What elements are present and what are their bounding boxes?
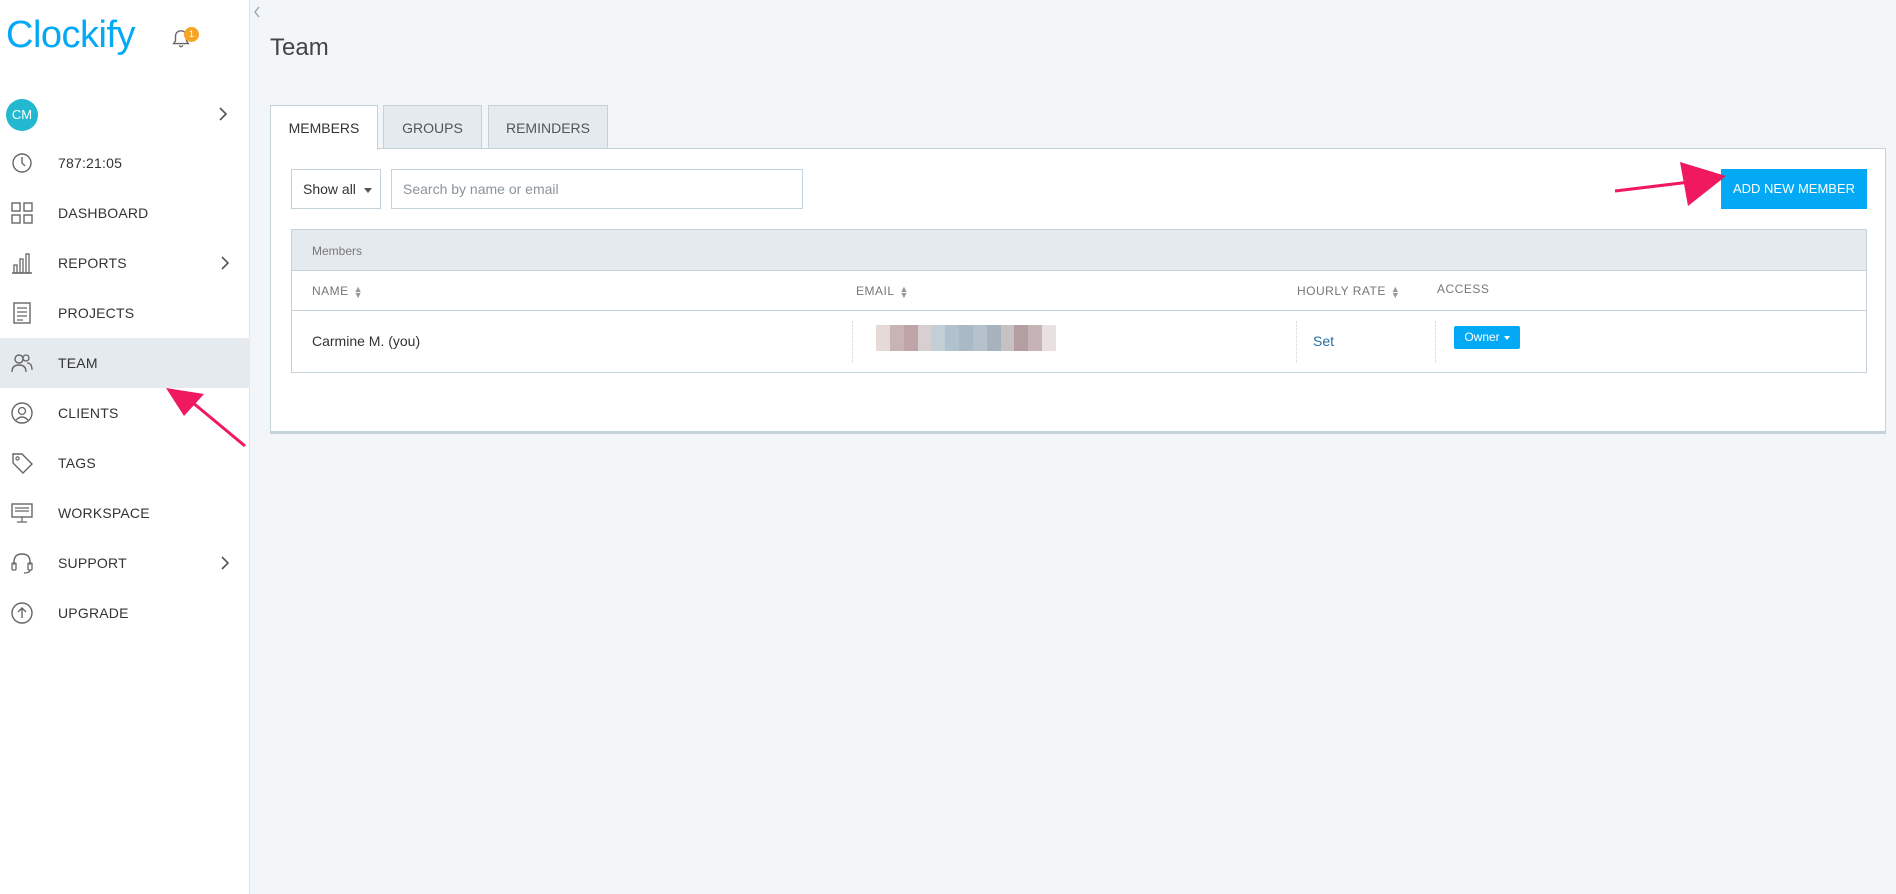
show-filter-dropdown[interactable]: Show all xyxy=(291,169,381,209)
sidebar-item-workspace[interactable]: WORKSPACE xyxy=(0,488,250,538)
add-new-member-button[interactable]: ADD NEW MEMBER xyxy=(1721,169,1867,209)
table-header-row: NAME ▲ ▼ EMAIL ▲ ▼ HOURLY RATE ▲ ▼ ACCESS xyxy=(292,271,1866,311)
chevron-left-icon xyxy=(254,6,260,18)
team-icon xyxy=(11,354,33,373)
collapse-sidebar-button[interactable] xyxy=(250,2,264,24)
dashboard-icon xyxy=(11,202,33,224)
members-table: Members NAME ▲ ▼ EMAIL ▲ ▼ HOURLY RATE ▲ ▼ ACC… xyxy=(291,229,1867,373)
table-row: Carmine M. (you) Set Owner xyxy=(292,311,1866,373)
search-input[interactable] xyxy=(391,169,803,209)
sidebar-item-label: CLIENTS xyxy=(58,405,119,421)
member-email-redacted xyxy=(876,325,1056,351)
sidebar-item-label: SUPPORT xyxy=(58,555,127,571)
caret-down-icon xyxy=(1503,335,1510,340)
sidebar-item-label: DASHBOARD xyxy=(58,205,149,221)
set-hourly-rate-link[interactable]: Set xyxy=(1313,333,1334,349)
clockify-logo[interactable]: Clockify xyxy=(6,14,136,57)
page-title: Team xyxy=(270,34,329,61)
tag-icon xyxy=(12,453,33,474)
sort-icon: ▲ ▼ xyxy=(899,283,909,300)
sidebar-item-support[interactable]: SUPPORT xyxy=(0,538,250,588)
column-divider xyxy=(852,321,853,363)
sidebar-item-label: 787:21:05 xyxy=(58,155,123,171)
column-divider xyxy=(1435,321,1436,363)
table-section-label: Members xyxy=(312,244,363,258)
column-header-hourly-rate[interactable]: HOURLY RATE ▲ ▼ xyxy=(1297,283,1401,300)
avatar: CM xyxy=(6,99,38,131)
sort-icon: ▲ ▼ xyxy=(353,283,364,300)
sidebar-item-reports[interactable]: REPORTS xyxy=(0,238,250,288)
bar-chart-icon xyxy=(12,253,32,274)
sidebar-item-label: REPORTS xyxy=(58,255,127,271)
document-icon xyxy=(13,302,31,324)
sidebar-item-label: PROJECTS xyxy=(58,305,135,321)
filter-selected-value: Show all xyxy=(303,181,356,197)
sidebar-item-label: WORKSPACE xyxy=(58,505,150,521)
workspace-switcher[interactable]: CM xyxy=(0,94,250,134)
sidebar-item-label: TAGS xyxy=(58,455,96,471)
sidebar-item-label: TEAM xyxy=(58,355,98,371)
sidebar-item-upgrade[interactable]: UPGRADE xyxy=(0,588,250,638)
sidebar-item-timer[interactable]: 787:21:05 xyxy=(0,138,250,188)
sort-icon: ▲ ▼ xyxy=(1390,283,1401,300)
sidebar-item-projects[interactable]: PROJECTS xyxy=(0,288,250,338)
access-role-label: Owner xyxy=(1464,330,1500,344)
monitor-icon xyxy=(11,503,33,523)
annotation-arrow-team xyxy=(166,388,246,448)
column-header-name[interactable]: NAME ▲ ▼ xyxy=(312,283,364,300)
chevron-right-icon xyxy=(219,107,228,121)
sidebar-item-dashboard[interactable]: DASHBOARD xyxy=(0,188,250,238)
column-divider xyxy=(1296,321,1297,363)
chevron-right-icon xyxy=(221,556,230,570)
upgrade-icon xyxy=(11,602,33,624)
notification-badge: 1 xyxy=(184,27,199,42)
tab-groups[interactable]: GROUPS xyxy=(383,105,482,149)
member-name: Carmine M. (you) xyxy=(312,333,421,349)
access-role-dropdown[interactable]: Owner xyxy=(1454,326,1520,349)
clock-icon xyxy=(12,153,32,173)
tab-members[interactable]: MEMBERS xyxy=(270,105,378,150)
table-section-header: Members xyxy=(292,230,1866,271)
column-header-access: ACCESS xyxy=(1437,282,1490,296)
chevron-right-icon xyxy=(221,256,230,270)
tab-reminders[interactable]: REMINDERS xyxy=(488,105,608,149)
column-header-email[interactable]: EMAIL ▲ ▼ xyxy=(856,283,909,300)
annotation-arrow-add-member xyxy=(1614,162,1726,206)
sidebar-item-label: UPGRADE xyxy=(58,605,129,621)
caret-down-icon xyxy=(363,187,372,193)
headset-icon xyxy=(11,553,33,574)
client-icon xyxy=(11,402,33,424)
